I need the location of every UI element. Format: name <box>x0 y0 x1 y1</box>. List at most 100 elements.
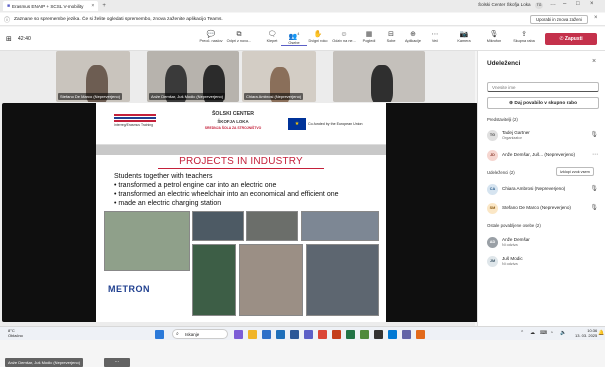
video-tile-name: Anže Demšar, Juš Modic (Nepreverjeno) <box>149 93 226 100</box>
new-tab-icon[interactable]: + <box>102 3 106 9</box>
school-logo-title: ŠOLSKI CENTER <box>211 111 255 117</box>
participant-role: Organizator <box>502 136 522 140</box>
teams-meeting-icon[interactable] <box>402 330 411 339</box>
participant-row[interactable]: JM Juš Modic Ni odziva <box>487 255 602 269</box>
school-logo-place: ŠKOFJA LOKA <box>217 119 249 124</box>
section-others[interactable]: Ostale povabljene osebe (2) <box>487 223 541 228</box>
video-tile-stefano[interactable]: Stefano De Marco (Nepreverjeno) <box>56 51 130 102</box>
wifi-icon[interactable]: ◔ <box>550 330 553 336</box>
toolbar-button-raise-hand[interactable]: ✋ Dvigni roko <box>305 30 331 43</box>
window-icon: ⧉ <box>236 31 242 38</box>
toolbar-button-share[interactable]: ⇪ Skupna raba <box>511 30 537 43</box>
taskbar-search[interactable]: ⌕ Iskanje <box>172 329 228 339</box>
language-notification: ⓘ Zaznane so spremembe jezika. Če si žel… <box>0 13 605 26</box>
app-icon-2[interactable] <box>416 330 425 339</box>
chrome-icon[interactable] <box>318 330 327 339</box>
participant-name: Juš Modic <box>502 256 523 261</box>
outlook-icon[interactable] <box>276 330 285 339</box>
language-icon[interactable]: ⌨ <box>540 330 547 336</box>
section-attendees[interactable]: Udeleženci (2) <box>487 170 515 175</box>
participant-row[interactable]: AD Anže Demšar Ni odziva <box>487 236 602 250</box>
close-window-icon[interactable]: × <box>590 1 594 7</box>
mic-icon: 🎙 <box>590 205 598 211</box>
photo-charging-station <box>192 244 236 316</box>
toolbar-button-more[interactable]: ⋯ Več <box>422 30 448 43</box>
teams-taskbar-icon[interactable] <box>304 330 313 339</box>
mic-icon: 🎙 <box>590 132 598 138</box>
toolbar-button-mic[interactable]: 🎙 Mikrofon <box>481 30 507 43</box>
stage-more-button[interactable]: ⋯ <box>104 358 130 367</box>
copilot-icon[interactable] <box>234 330 243 339</box>
clock-date: 13. 03. 2025 <box>575 333 598 338</box>
metron-logo: METRON <box>108 284 150 294</box>
emoji-icon: ☺ <box>340 31 348 38</box>
participant-row[interactable]: CA Chiara Ambrosi (Nepreverjeno) 🎙 <box>487 183 602 197</box>
tab-title: Erasmus ENAIP + SCSL V-mobility <box>12 3 84 9</box>
toolbar-button-react[interactable]: ☺ Odziv na ne... <box>331 30 357 43</box>
video-tile-anze-jus[interactable]: Anže Demšar, Juš Modic (Nepreverjeno) <box>147 51 239 102</box>
photo-wheelchair <box>306 244 379 316</box>
close-panel-icon[interactable]: × <box>592 58 596 65</box>
bullet-line: • made an electric charging station <box>114 200 222 207</box>
toolbar-button-0[interactable]: 💬 Preoč. naslov <box>198 30 224 43</box>
partner-logo: Interreg/Erasmus Training <box>114 113 170 135</box>
share-invite-button[interactable]: ⊕ Daj povabilo v skupno rabo <box>487 97 599 109</box>
video-tile-chiara[interactable]: Chiara Ambrosi (Nepreverjeno) <box>242 51 316 102</box>
windows-taskbar: 8°C Oblačno ⌕ Iskanje ⌃ ☁ ⌨ ◔ 🔈 10:36 13… <box>0 326 605 340</box>
word-icon[interactable] <box>290 330 299 339</box>
more-options-icon[interactable]: … <box>550 1 556 7</box>
photo-students <box>239 244 303 316</box>
title-underline <box>158 168 324 169</box>
share-icon: ⇪ <box>521 31 527 38</box>
edge-icon[interactable] <box>262 330 271 339</box>
toolbar-button-1[interactable]: ⧉ Odpri z novo... <box>226 30 252 43</box>
taskbar-clock[interactable]: 10:36 13. 03. 2025 <box>575 328 597 338</box>
volume-icon[interactable]: 🔈 <box>560 330 566 336</box>
mute-all-button[interactable]: Izklopi zvok vsem <box>556 167 594 176</box>
weather-widget[interactable]: 8°C Oblačno <box>8 328 23 338</box>
onedrive-icon[interactable]: ☁ <box>530 330 535 336</box>
notification-bell-icon[interactable]: 🔔 <box>598 330 604 336</box>
eu-text: Co-funded by the European Union <box>308 122 363 126</box>
browser-tab[interactable]: ■ Erasmus ENAIP + SCSL V-mobility × <box>3 1 99 11</box>
video-tile-name: Stefano De Marco (Nepreverjeno) <box>58 93 123 100</box>
toolbar-button-camera[interactable]: 📷 Kamera <box>451 30 477 43</box>
user-avatar[interactable]: TG <box>535 2 543 9</box>
eu-logo: ★ Co-funded by the European Union <box>288 117 368 131</box>
powerpoint-icon[interactable] <box>332 330 341 339</box>
minimize-icon[interactable]: – <box>563 1 566 7</box>
grid-view-icon[interactable]: ⊞ <box>6 35 12 43</box>
bullet-line: • transformed an electric wheelchair int… <box>114 191 339 198</box>
close-notification-icon[interactable]: × <box>594 15 598 21</box>
more-options-icon[interactable]: ⋯ <box>592 151 598 158</box>
participant-row[interactable]: JD Anže Demšar, Juš... (Nepreverjeno) ⋯ <box>487 149 602 163</box>
app-icon[interactable] <box>360 330 369 339</box>
participant-row[interactable]: SM Stefano De Marco (Nepreverjeno) 🎙 <box>487 202 602 216</box>
notification-text: Zaznane so spremembe jezika. Če si želit… <box>14 16 223 22</box>
windows-start-icon[interactable] <box>155 330 164 339</box>
maximize-icon[interactable]: □ <box>576 1 580 7</box>
file-explorer-icon[interactable] <box>248 330 257 339</box>
participant-name: Chiara Ambrosi (Nepreverjeno) <box>502 186 566 191</box>
terminal-icon[interactable] <box>374 330 383 339</box>
info-icon: ⓘ <box>4 17 11 24</box>
meeting-toolbar: ⊞ 42:40 💬 Preoč. naslov ⧉ Odpri z novo... … <box>0 27 605 51</box>
participant-status: Ni odziva <box>502 262 518 266</box>
leave-button[interactable]: ✆ Zapusti <box>545 33 597 45</box>
participant-row[interactable]: TG Tadej Gartner Organizator 🎙 <box>487 129 602 143</box>
window-center-title: Šolski Center Škofja Loka <box>478 2 531 7</box>
excel-icon[interactable] <box>346 330 355 339</box>
video-tile-tadej[interactable] <box>333 51 425 102</box>
close-tab-icon[interactable]: × <box>91 3 94 9</box>
slide-bullets: Students together with teachers • transf… <box>114 172 374 208</box>
tray-chevron-icon[interactable]: ⌃ <box>520 330 524 336</box>
toolbar-button-people[interactable]: 👥4 Osebe <box>281 30 307 47</box>
store-icon[interactable] <box>388 330 397 339</box>
restart-button[interactable]: Uporabi in znova zaženi <box>530 15 588 24</box>
photo-parts <box>246 211 298 241</box>
school-logo-school: SREDNJA ŠOLA ZA STROJNIŠTVO <box>204 126 262 130</box>
participant-name: Anže Demšar, Juš... (Nepreverjeno) <box>502 152 576 157</box>
section-presenters[interactable]: Predstavitelji (2) <box>487 117 518 122</box>
presentation-slide: Interreg/Erasmus Training ŠOLSKI CENTER … <box>96 103 386 322</box>
participant-search-input[interactable]: Vnesite ime <box>487 82 599 92</box>
